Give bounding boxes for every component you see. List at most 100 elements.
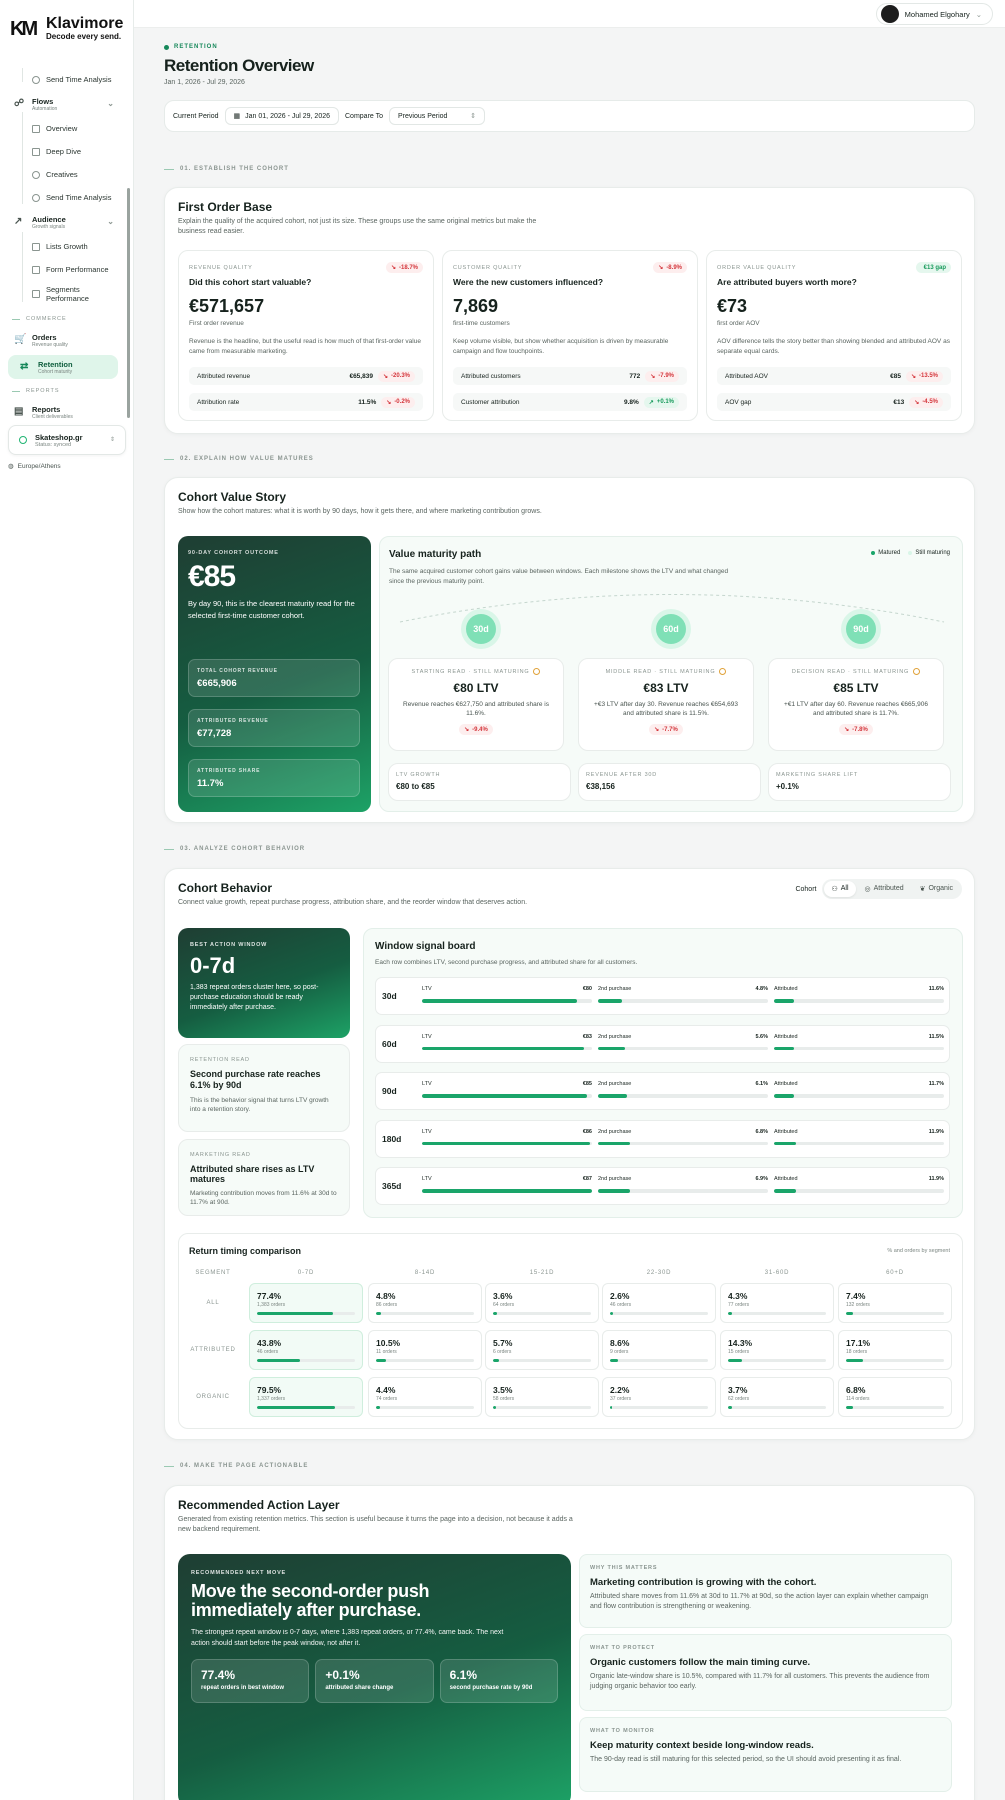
sidebar-nav: Send Time Analysis ☍ Flows Automation ⌄ O… — [0, 68, 128, 425]
sidebar-item-deep-dive[interactable]: Deep Dive — [0, 140, 128, 163]
section-label-commerce: COMMERCE — [0, 311, 128, 327]
delta-badge: ↘ -9.4% — [459, 724, 493, 735]
row-label: Attribution rate — [197, 398, 240, 406]
metric-eyebrow: ORDER VALUE QUALITY — [717, 264, 797, 271]
timing-column-header: SEGMENT — [195, 1270, 231, 1276]
warning-icon — [719, 668, 727, 675]
milestone-card: DECISION READ · STILL MATURING €85 LTV +… — [768, 658, 944, 751]
sidebar-item-creatives[interactable]: Creatives — [0, 163, 128, 186]
metric-question: Were the new customers influenced? — [453, 277, 604, 287]
sidebar-group-flows[interactable]: ☍ Flows Automation ⌄ — [0, 91, 128, 117]
timing-cell: 4.4% 74 orders — [368, 1377, 482, 1417]
metric-row: Attributed AOV €85 ↘ -13.5% — [717, 367, 951, 385]
tab-attributed[interactable]: ◎ Attributed — [858, 881, 911, 897]
row-value: 9.8% — [623, 398, 639, 406]
metric-eyebrow: CUSTOMER QUALITY — [453, 264, 523, 271]
timing-cell: 79.5% 1,337 orders — [249, 1377, 363, 1417]
ltv-meter: LTV €86 — [422, 1129, 592, 1145]
date-range-picker[interactable]: ▦ Jan 01, 2026 - Jul 29, 2026 — [224, 107, 339, 125]
sidebar-item-flows-send-time[interactable]: Send Time Analysis — [0, 186, 128, 209]
sidebar-item-orders[interactable]: 🛒 Orders Revenue quality — [0, 327, 128, 353]
sidebar-item-overview[interactable]: Overview — [0, 117, 128, 140]
metric-row: AOV gap €13 ↘ -4.5% — [717, 393, 951, 411]
second-purchase-meter: 2nd purchase 6.8% — [598, 1129, 768, 1145]
sidebar-scrollbar[interactable] — [127, 188, 130, 418]
window-label: 60d — [382, 1038, 397, 1049]
outcome-value: €85 — [188, 560, 236, 593]
sidebar-item-form-performance[interactable]: Form Performance — [0, 258, 128, 281]
timing-cell: 2.2% 37 orders — [602, 1377, 716, 1417]
timing-cell: 5.7% 6 orders — [485, 1330, 599, 1370]
user-menu[interactable]: Mohamed Elgohary ⌄ — [875, 3, 993, 25]
metric-row: Attributed revenue €65,839 ↘ -20.3% — [189, 367, 423, 385]
metric-row: Attributed customers 772 ↘ -7.9% — [453, 367, 687, 385]
page-date-range: Jan 1, 2026 - Jul 29, 2026 — [164, 79, 245, 86]
window-label: 90d — [382, 1086, 397, 1096]
chevron-down-icon: ⌄ — [975, 9, 982, 19]
timezone: ◍ Europe/Athens — [8, 462, 61, 471]
next-move-stat: +0.1% attributed share change — [315, 1659, 434, 1703]
row-value: 11.5% — [358, 398, 377, 406]
brand-logo[interactable]: KM Klavimore Decode every send. — [10, 16, 123, 42]
retention-read-panel: RETENTION READ Second purchase rate reac… — [178, 1044, 350, 1132]
timing-cell: 8.6% 9 orders — [602, 1330, 716, 1370]
sidebar-item-send-time-analysis[interactable]: Send Time Analysis — [0, 68, 128, 91]
sidebar-item-segments-performance[interactable]: Segments Performance — [0, 281, 128, 307]
second-purchase-meter: 2nd purchase 6.9% — [598, 1176, 768, 1193]
metric-eyebrow: REVENUE QUALITY — [189, 264, 253, 271]
insight-card: WHY THIS MATTERS Marketing contribution … — [579, 1554, 952, 1628]
sidebar-item-reports[interactable]: ▤ Reports Client deliverables — [0, 399, 128, 425]
calendar-icon: ▦ — [233, 113, 241, 120]
milestone-ltv: €80 LTV — [453, 681, 499, 695]
delta-badge: ↘ -13.5% — [905, 370, 943, 382]
signal-row: 60d LTV €83 2nd purchase 5.6% Attributed 11… — [375, 1024, 950, 1063]
second-purchase-meter: 2nd purchase 4.8% — [598, 986, 768, 1003]
sidebar-group-audience[interactable]: ↗ Audience Growth signals ⌄ — [0, 209, 128, 235]
delta-badge: ↗ +0.1% — [643, 396, 679, 408]
legend-matured: Matured — [871, 550, 900, 556]
cohort-label: Cohort — [795, 885, 817, 893]
metric-text: Keep volume visible, but show whether ac… — [453, 338, 669, 355]
status-icon — [19, 436, 27, 444]
section-label-4: 04. MAKE THE PAGE ACTIONABLE — [164, 1463, 308, 1469]
metric-text: AOV difference tells the story better th… — [717, 338, 950, 355]
window-label: 30d — [382, 991, 397, 1001]
tab-organic[interactable]: ❦ Organic — [913, 881, 960, 897]
segment-label: ORGANIC — [196, 1394, 230, 1400]
ltv-meter: LTV €83 — [422, 1034, 592, 1050]
outcome-stat: ATTRIBUTED REVENUE €77,728 — [188, 709, 360, 747]
trend-icon: ↘ — [386, 399, 392, 406]
breadcrumb: RETENTION — [164, 44, 218, 50]
window-label: 180d — [382, 1133, 402, 1144]
target-icon: ◎ — [864, 886, 871, 893]
ltv-meter: LTV €80 — [422, 986, 592, 1003]
timing-cell: 4.8% 86 orders — [368, 1283, 482, 1323]
tab-all[interactable]: ⚇ All — [824, 881, 856, 897]
trend-icon: ↗ — [14, 216, 23, 227]
timing-cell: 6.8% 114 orders — [838, 1377, 952, 1417]
timing-column-header: 8-14D — [414, 1270, 436, 1276]
trend-icon: ↘ — [910, 373, 916, 380]
delta-badge: ↘ -7.9% — [645, 370, 679, 382]
first-order-base-card: First Order Base Explain the quality of … — [164, 187, 975, 434]
store-switcher[interactable]: Skateshop.gr Status: synced ⇕ — [8, 425, 126, 455]
user-name: Mohamed Elgohary — [904, 9, 970, 19]
clock-icon — [32, 75, 40, 84]
compare-select[interactable]: Previous Period ⇕ — [389, 107, 486, 125]
sidebar-item-retention[interactable]: ⇄ Retention Cohort maturity — [8, 355, 118, 379]
milestone-marker: 30d — [466, 614, 496, 644]
trend-icon: ↘ — [844, 727, 850, 733]
timing-cell: 2.6% 46 orders — [602, 1283, 716, 1323]
trend-icon: ↘ — [658, 265, 664, 271]
trend-icon: ↘ — [654, 727, 660, 733]
maturity-summary-stat: MARKETING SHARE LIFT +0.1% — [768, 763, 951, 801]
milestone-ltv: €85 LTV — [833, 681, 879, 695]
sidebar-item-lists-growth[interactable]: Lists Growth — [0, 235, 128, 258]
row-label: Attributed revenue — [197, 372, 251, 380]
delta-badge: ↘ -7.7% — [649, 724, 683, 735]
segment-label: ALL — [206, 1300, 220, 1306]
search-icon — [32, 147, 40, 156]
timing-column-header: 15-21D — [529, 1270, 555, 1276]
compare-label: Compare To — [345, 112, 384, 120]
timing-cell: 3.6% 64 orders — [485, 1283, 599, 1323]
